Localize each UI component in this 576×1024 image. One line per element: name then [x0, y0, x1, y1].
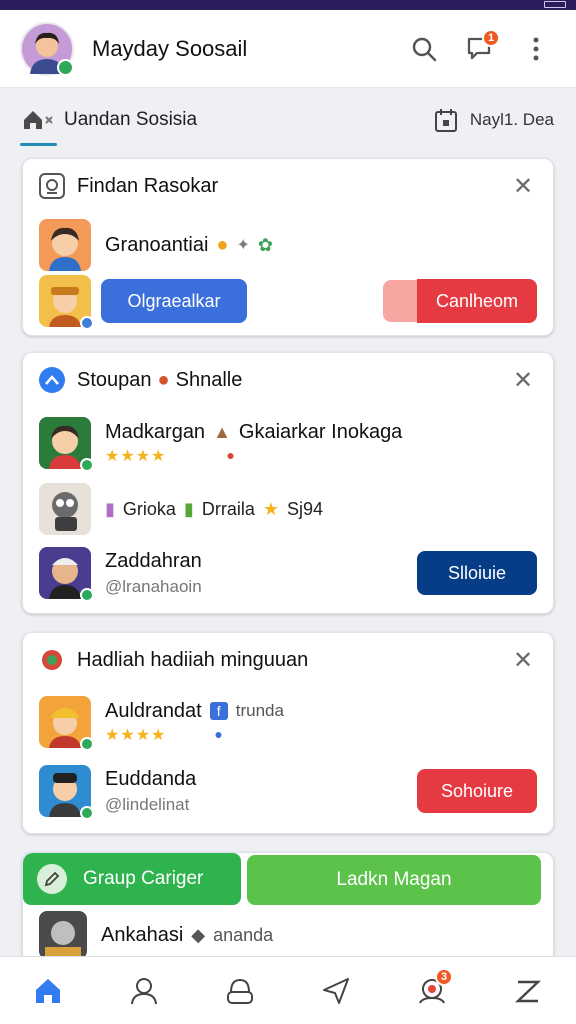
avatar[interactable]: [39, 696, 94, 751]
z-icon: [514, 980, 542, 1002]
groups-icon: [227, 978, 253, 1004]
group-card: Stoupan ● Shnalle ✕ Madkargan ▲ Gkaiarka…: [22, 352, 554, 614]
star-icon: ★: [262, 498, 279, 519]
notification-badge: 1: [482, 28, 500, 47]
avatar[interactable]: [39, 911, 87, 959]
status-icon: [80, 316, 94, 330]
app-bar: Mayday Soosail 1: [0, 10, 576, 88]
online-status-icon: [80, 806, 94, 820]
tab-label: Uandan Sosisia: [64, 109, 198, 130]
rating-stars: ★★★★: [105, 726, 167, 744]
item-label: Drraila: [201, 498, 255, 519]
cancel-button[interactable]: Canlheom: [417, 279, 537, 323]
suggest-icon: [39, 173, 65, 199]
more-icon: [533, 37, 539, 60]
user-name: Granoantiai: [105, 233, 209, 256]
user-detail: trunda: [235, 701, 284, 720]
trophy-icon: [39, 647, 65, 673]
date-selector[interactable]: Nayl1. Dea: [434, 107, 554, 133]
notification-badge: 3: [435, 967, 453, 986]
nav-profile[interactable]: [119, 966, 169, 1016]
bottom-navigation: 3: [0, 956, 576, 1024]
flame-icon: ●: [157, 368, 170, 391]
user-detail: Gkaiarkar Inokaga: [238, 420, 403, 443]
avatar[interactable]: [39, 275, 94, 330]
user-name: Auldrandat: [105, 699, 202, 722]
home-icon: [24, 111, 53, 129]
item-label: Sj94: [286, 498, 324, 519]
group-icon: [39, 367, 65, 393]
item-label: Grioka: [122, 498, 176, 519]
nav-home[interactable]: [23, 966, 73, 1016]
avatar[interactable]: [39, 483, 91, 535]
card-title: Stoupan: [77, 368, 152, 391]
follow-button[interactable]: Olgraealkar: [101, 279, 247, 323]
nav-alerts[interactable]: 3: [407, 966, 457, 1016]
close-icon[interactable]: ✕: [509, 646, 537, 674]
app-title: Mayday Soosail: [92, 35, 248, 61]
facebook-icon: f: [209, 702, 228, 720]
scroll-icon: ▮: [105, 498, 115, 519]
group-manage-button[interactable]: Ladkn Magan: [247, 855, 541, 905]
button-label: Graup Cariger: [83, 868, 204, 889]
rating-stars: ★★★★: [105, 447, 167, 465]
user-detail: ananda: [213, 924, 274, 945]
online-status-icon: [80, 458, 94, 472]
card-title: Findan Rasokar: [77, 174, 219, 197]
sparkle-icon: ✦: [236, 237, 250, 254]
group-actions-card: Graup Cariger Ladkn Magan Ankahasi ◆ ana…: [22, 852, 554, 962]
calendar-icon: [434, 109, 457, 132]
gift-icon: ▲: [213, 421, 231, 442]
card-title: Hadliah hadiiah minguuan: [77, 648, 309, 671]
status-bar: [0, 0, 576, 10]
pot-icon: ◆: [191, 924, 206, 945]
send-icon: [323, 977, 349, 1004]
nav-send[interactable]: [311, 966, 361, 1016]
search-icon: [412, 37, 437, 61]
edit-icon: [37, 864, 67, 894]
user-name: Euddanda: [105, 767, 197, 790]
user-name: Madkargan: [105, 420, 206, 443]
search-button[interactable]: [404, 29, 444, 69]
online-status-icon: [80, 737, 94, 751]
online-status-icon: [57, 58, 74, 76]
avatar[interactable]: [39, 765, 94, 820]
tab-home-feed[interactable]: Uandan Sosisia: [19, 92, 198, 148]
user-name: Ankahasi: [101, 923, 184, 946]
battery-icon: [544, 1, 566, 8]
secondary-button-edge: [383, 280, 417, 322]
overflow-menu-button[interactable]: [516, 29, 556, 69]
avatar[interactable]: [39, 417, 94, 472]
avatar[interactable]: [39, 219, 91, 271]
user-handle: @lranahaoin: [105, 576, 202, 596]
reaction-icon: ●: [226, 446, 235, 463]
avatar[interactable]: [39, 547, 94, 602]
home-icon: [36, 978, 60, 1003]
card-title-tail: Shnalle: [175, 368, 243, 391]
nav-groups[interactable]: [215, 966, 265, 1016]
book-icon: ▮: [183, 498, 194, 519]
date-label: Nayl1. Dea: [469, 110, 554, 129]
reaction-icon: ●: [214, 725, 223, 742]
profile-icon: [131, 977, 157, 1004]
group-change-button[interactable]: Graup Cariger: [23, 853, 241, 905]
online-status-icon: [80, 588, 94, 602]
follow-button[interactable]: Slloiuie: [417, 551, 537, 595]
follow-button[interactable]: Sohoiure: [417, 769, 537, 813]
avatar[interactable]: [20, 21, 74, 76]
messages-button[interactable]: 1: [460, 28, 500, 69]
sub-navigation: Uandan Sosisia Nayl1. Dea: [0, 92, 576, 148]
nav-more[interactable]: [503, 966, 553, 1016]
user-name: Zaddahran: [105, 549, 202, 572]
user-handle: @lindelinat: [105, 794, 190, 814]
emoji-icon: ●: [216, 233, 229, 256]
close-icon[interactable]: ✕: [509, 366, 537, 394]
close-icon[interactable]: ✕: [509, 172, 537, 200]
suggestion-card: Findan Rasokar ✕ Granoantiai ● ✦ ✿ Olgra…: [22, 158, 554, 336]
award-icon: ✿: [257, 234, 273, 255]
rewards-card: Hadliah hadiiah minguuan ✕ Auldrandat f …: [22, 632, 554, 834]
